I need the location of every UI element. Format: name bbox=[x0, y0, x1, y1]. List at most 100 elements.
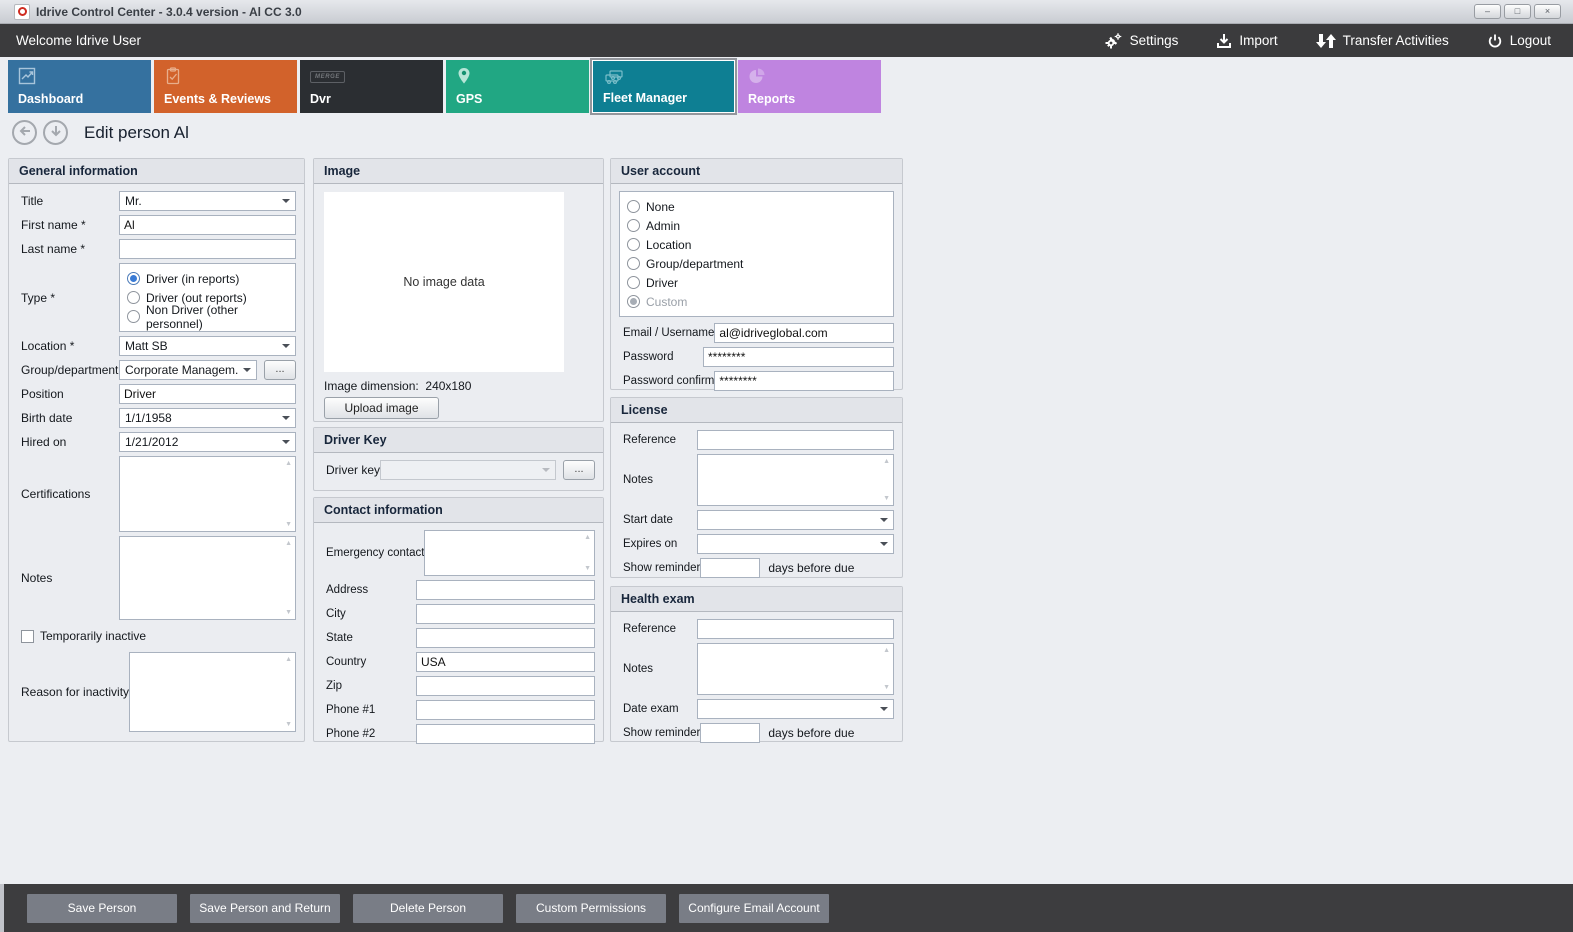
driver-key-more-button[interactable]: ... bbox=[563, 460, 595, 480]
role-option[interactable]: Group/department bbox=[627, 254, 886, 273]
chart-line-icon bbox=[18, 67, 36, 88]
position-field[interactable] bbox=[119, 384, 296, 404]
birth-date-label: Birth date bbox=[17, 411, 119, 425]
role-option[interactable]: Custom bbox=[627, 292, 886, 311]
password-confirm-field[interactable] bbox=[714, 371, 894, 391]
country-field[interactable] bbox=[416, 652, 595, 672]
notes-textarea[interactable]: ▲▼ bbox=[119, 536, 296, 620]
group-department-select[interactable]: Corporate Managem... bbox=[119, 360, 257, 380]
scroll-down-icon: ▼ bbox=[285, 721, 292, 728]
role-option[interactable]: Admin bbox=[627, 216, 886, 235]
email-username-field[interactable] bbox=[714, 323, 894, 343]
hired-on-select[interactable]: 1/21/2012 bbox=[119, 432, 296, 452]
birth-date-select[interactable]: 1/1/1958 bbox=[119, 408, 296, 428]
health-reference-field[interactable] bbox=[697, 619, 894, 639]
driver-key-select[interactable] bbox=[380, 460, 556, 480]
tab-fleet-manager[interactable]: Fleet Manager bbox=[592, 60, 735, 113]
chevron-down-icon bbox=[282, 344, 290, 348]
logout-button[interactable]: Logout bbox=[1487, 33, 1551, 49]
person-image-placeholder: No image data bbox=[324, 192, 564, 372]
back-button[interactable] bbox=[12, 120, 37, 145]
radio-icon[interactable] bbox=[627, 257, 640, 270]
radio-icon[interactable] bbox=[627, 200, 640, 213]
tab-reports[interactable]: Reports bbox=[738, 60, 881, 113]
module-tabs: Dashboard Events & Reviews MERGE Dvr GPS… bbox=[8, 60, 881, 113]
position-label: Position bbox=[17, 387, 119, 401]
import-button[interactable]: Import bbox=[1216, 33, 1277, 49]
tab-events-reviews[interactable]: Events & Reviews bbox=[154, 60, 297, 113]
radio-icon[interactable] bbox=[627, 295, 640, 308]
chevron-down-icon bbox=[542, 468, 550, 472]
role-option[interactable]: Location bbox=[627, 235, 886, 254]
license-notes-textarea[interactable]: ▲▼ bbox=[697, 454, 894, 506]
group-department-more-button[interactable]: ... bbox=[264, 360, 296, 380]
state-field[interactable] bbox=[416, 628, 595, 648]
title-select[interactable]: Mr. bbox=[119, 191, 296, 211]
configure-email-account-button[interactable]: Configure Email Account bbox=[679, 894, 829, 923]
scroll-up-icon: ▲ bbox=[285, 540, 292, 547]
city-field[interactable] bbox=[416, 604, 595, 624]
radio-icon[interactable] bbox=[127, 310, 140, 323]
radio-icon[interactable] bbox=[127, 291, 140, 304]
close-button[interactable]: × bbox=[1534, 4, 1561, 19]
settings-button[interactable]: Settings bbox=[1103, 32, 1179, 50]
type-option[interactable]: Non Driver (other personnel) bbox=[127, 307, 288, 326]
location-label: Location * bbox=[17, 339, 119, 353]
upload-image-button[interactable]: Upload image bbox=[324, 397, 439, 419]
reason-inactivity-textarea[interactable]: ▲▼ bbox=[129, 652, 296, 732]
zip-label: Zip bbox=[322, 680, 416, 692]
custom-permissions-button[interactable]: Custom Permissions bbox=[516, 894, 666, 923]
tab-dashboard[interactable]: Dashboard bbox=[8, 60, 151, 113]
save-person-return-button[interactable]: Save Person and Return bbox=[190, 894, 340, 923]
pie-chart-icon bbox=[748, 67, 766, 88]
radio-icon[interactable] bbox=[127, 272, 140, 285]
license-reminder-field[interactable] bbox=[700, 558, 760, 578]
panel-title: Health exam bbox=[611, 587, 902, 612]
transfer-activities-button[interactable]: Transfer Activities bbox=[1316, 32, 1449, 50]
type-option[interactable]: Driver (in reports) bbox=[127, 269, 288, 288]
radio-icon[interactable] bbox=[627, 276, 640, 289]
license-reminder-label: Show reminder bbox=[619, 562, 700, 574]
first-name-field[interactable] bbox=[119, 215, 296, 235]
panel-title: General information bbox=[9, 159, 304, 184]
tab-gps[interactable]: GPS bbox=[446, 60, 589, 113]
license-expires-select[interactable] bbox=[697, 534, 894, 554]
minimize-button[interactable]: – bbox=[1474, 4, 1501, 19]
last-name-field[interactable] bbox=[119, 239, 296, 259]
password-field[interactable] bbox=[703, 347, 894, 367]
map-pin-icon bbox=[456, 67, 472, 88]
maximize-button[interactable]: □ bbox=[1504, 4, 1531, 19]
scroll-up-icon: ▲ bbox=[883, 458, 890, 465]
address-field[interactable] bbox=[416, 580, 595, 600]
license-reference-field[interactable] bbox=[697, 430, 894, 450]
location-select[interactable]: Matt SB bbox=[119, 336, 296, 356]
license-start-date-select[interactable] bbox=[697, 510, 894, 530]
zip-field[interactable] bbox=[416, 676, 595, 696]
page-header: Edit person Al bbox=[12, 120, 189, 145]
scroll-up-icon: ▲ bbox=[883, 647, 890, 654]
delete-person-button[interactable]: Delete Person bbox=[353, 894, 503, 923]
group-department-label: Group/department bbox=[17, 363, 119, 377]
tab-dvr[interactable]: MERGE Dvr bbox=[300, 60, 443, 113]
emergency-contact-textarea[interactable]: ▲▼ bbox=[424, 530, 595, 576]
panel-title: Image bbox=[314, 159, 603, 184]
health-notes-textarea[interactable]: ▲▼ bbox=[697, 643, 894, 695]
date-exam-select[interactable] bbox=[697, 699, 894, 719]
health-reminder-field[interactable] bbox=[700, 723, 760, 743]
scroll-down-icon: ▼ bbox=[285, 521, 292, 528]
phone2-field[interactable] bbox=[416, 724, 595, 744]
gear-icon bbox=[1103, 32, 1123, 50]
scroll-down-button[interactable] bbox=[43, 120, 68, 145]
certifications-textarea[interactable]: ▲▼ bbox=[119, 456, 296, 532]
city-label: City bbox=[322, 608, 416, 620]
save-person-button[interactable]: Save Person bbox=[27, 894, 177, 923]
role-option[interactable]: Driver bbox=[627, 273, 886, 292]
scroll-down-icon: ▼ bbox=[285, 609, 292, 616]
chevron-down-icon bbox=[282, 440, 290, 444]
reason-inactivity-label: Reason for inactivity bbox=[17, 685, 129, 699]
phone1-field[interactable] bbox=[416, 700, 595, 720]
radio-icon[interactable] bbox=[627, 219, 640, 232]
radio-icon[interactable] bbox=[627, 238, 640, 251]
role-option[interactable]: None bbox=[627, 197, 886, 216]
temporarily-inactive-checkbox[interactable] bbox=[21, 630, 34, 643]
